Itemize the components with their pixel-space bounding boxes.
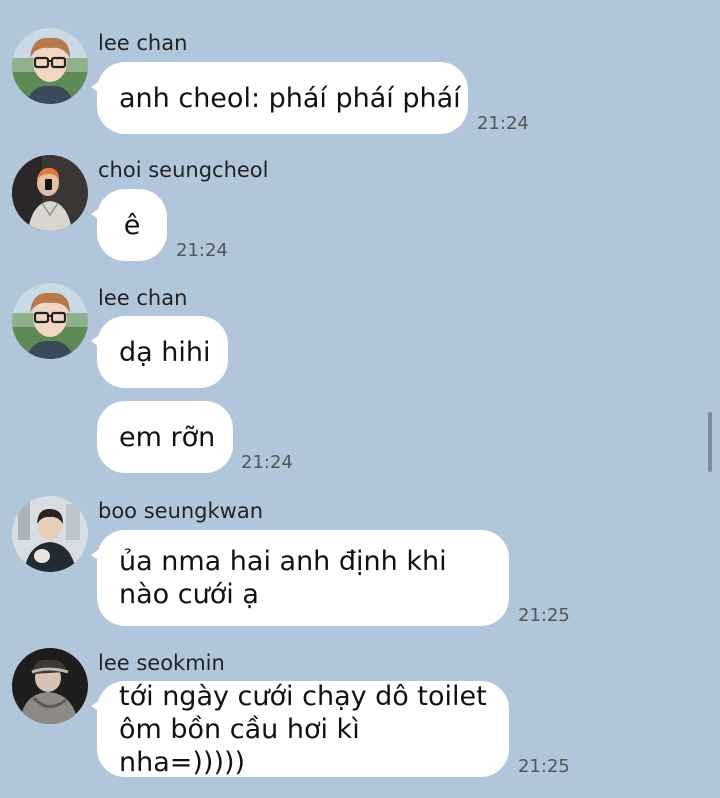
message-timestamp: 21:25	[518, 605, 570, 626]
sender-name: choi seungcheol	[98, 158, 269, 182]
message-text: dạ hihi	[119, 336, 211, 368]
avatar-choi-seungcheol-icon	[12, 155, 88, 231]
sender-name: lee chan	[98, 286, 188, 310]
message-bubble[interactable]: em rỡn	[97, 401, 233, 473]
sender-name: lee chan	[98, 31, 188, 55]
message-timestamp: 21:24	[241, 452, 293, 473]
message-text: em rỡn	[119, 421, 216, 453]
avatar-boo-seungkwan-icon	[12, 496, 88, 572]
message-bubble[interactable]: ủa nma hai anh định khi nào cưới ạ	[91, 530, 509, 626]
sender-name: lee seokmin	[98, 651, 225, 675]
avatar[interactable]	[12, 283, 88, 359]
avatar[interactable]	[12, 28, 88, 104]
avatar[interactable]	[12, 155, 88, 231]
avatar[interactable]	[12, 648, 88, 724]
message-bubble[interactable]: dạ hihi	[91, 316, 228, 388]
message-text: ê	[123, 209, 141, 241]
avatar-lee-seokmin-icon	[12, 648, 88, 724]
message-text: tới ngày cưới chạy dô toilet ôm bồn cầu …	[119, 680, 487, 778]
message-bubble[interactable]: tới ngày cưới chạy dô toilet ôm bồn cầu …	[91, 680, 509, 778]
sender-name: boo seungkwan	[98, 499, 264, 523]
avatar-lee-chan-icon	[12, 283, 88, 359]
message-text: anh cheol: pháí pháí pháí	[119, 82, 461, 114]
message-timestamp: 21:25	[518, 756, 570, 777]
message-timestamp: 21:24	[176, 240, 228, 261]
avatar-lee-chan-icon	[12, 28, 88, 104]
avatar[interactable]	[12, 496, 88, 572]
message-bubble[interactable]: ê	[91, 189, 167, 261]
message-text: ủa nma hai anh định khi nào cưới ạ	[119, 546, 447, 610]
scrollbar[interactable]	[708, 412, 712, 472]
message-timestamp: 21:24	[477, 113, 529, 134]
message-bubble[interactable]: anh cheol: pháí pháí pháí	[91, 62, 468, 134]
